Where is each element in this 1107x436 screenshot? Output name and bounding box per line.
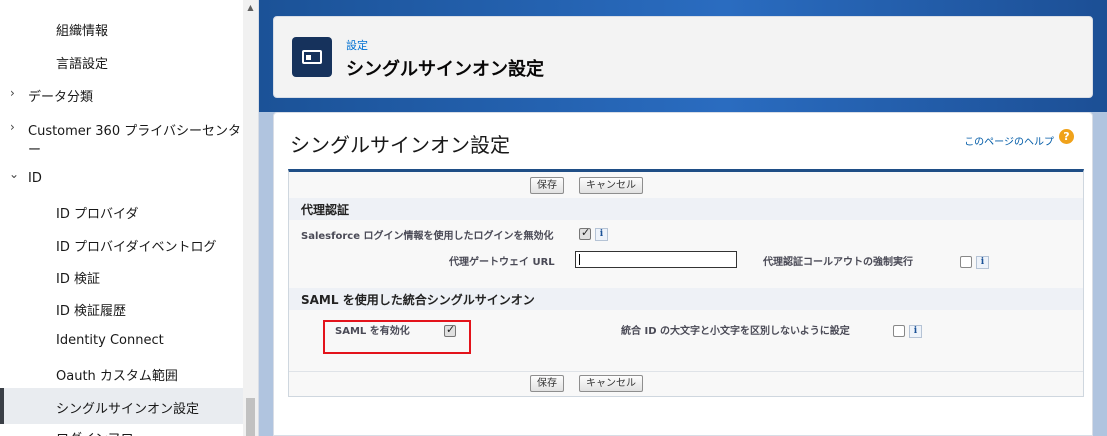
info-icon[interactable]: i — [976, 256, 989, 269]
sidebar-item-data-classification[interactable]: データ分類 — [28, 86, 93, 105]
sidebar-item-id[interactable]: ID — [28, 171, 42, 186]
section-delegated-auth: 代理認証 — [289, 198, 1083, 220]
sidebar-item-id-verification[interactable]: ID 検証 — [56, 268, 100, 287]
sidebar-item-single-sign-on-settings[interactable]: シングルサインオン設定 — [56, 398, 199, 417]
sidebar-item-language-settings[interactable]: 言語設定 — [56, 53, 108, 72]
case-insensitive-id-label: 統合 ID の大文字と小文字を区別しないように設定 — [621, 326, 850, 337]
sidebar-scrollbar[interactable] — [243, 0, 258, 436]
id-card-icon — [292, 37, 332, 77]
force-callout-checkbox[interactable] — [960, 256, 972, 268]
sidebar-item-org-info[interactable]: 組織情報 — [56, 20, 108, 39]
sidebar-item-privacy-center-wrap: ー — [28, 143, 42, 158]
setup-content: 設定 シングルサインオン設定 シングルサインオン設定 このページのヘルプ ? 保… — [259, 0, 1107, 436]
breadcrumb-setup[interactable]: 設定 — [346, 37, 368, 53]
sidebar-item-privacy-center[interactable]: Customer 360 プライバシーセンタ — [28, 120, 241, 139]
chevron-right-icon[interactable]: › — [10, 120, 15, 134]
disable-login-checkbox[interactable] — [579, 226, 591, 240]
sidebar-item-login-flows[interactable]: ログインフロー — [56, 428, 147, 436]
help-link[interactable]: このページのヘルプ — [964, 133, 1054, 148]
info-icon[interactable]: i — [595, 228, 608, 241]
disable-login-label: Salesforce ログイン情報を使用したログインを無効化 — [301, 231, 554, 242]
sidebar-item-identity-connect[interactable]: Identity Connect — [56, 333, 164, 348]
gateway-url-label: 代理ゲートウェイ URL — [449, 257, 555, 268]
section-title: SAML を使用した統合シングルサインオン — [301, 293, 535, 307]
cancel-button-bottom[interactable]: キャンセル — [579, 375, 643, 392]
cancel-button[interactable]: キャンセル — [579, 177, 643, 194]
setup-sidebar: 組織情報 言語設定 › データ分類 › Customer 360 プライバシーセ… — [0, 0, 259, 436]
sidebar-active-indicator — [0, 388, 4, 424]
main-card: シングルサインオン設定 このページのヘルプ ? 保存 キャンセル 代理認証 Sa… — [273, 112, 1093, 436]
force-callout-label: 代理認証コールアウトの強制実行 — [763, 257, 913, 268]
chevron-right-icon[interactable]: › — [10, 86, 15, 100]
case-insensitive-id-checkbox[interactable] — [893, 325, 905, 337]
highlight-box — [323, 320, 471, 354]
sidebar-item-id-provider[interactable]: ID プロバイダ — [56, 203, 138, 222]
save-button-bottom[interactable]: 保存 — [530, 375, 564, 392]
section-title: 代理認証 — [301, 203, 350, 217]
section-saml-sso: SAML を使用した統合シングルサインオン — [289, 288, 1083, 310]
sidebar-item-id-verification-history[interactable]: ID 検証履歴 — [56, 300, 126, 319]
info-icon[interactable]: i — [909, 325, 922, 338]
sidebar-item-oauth-custom-scopes[interactable]: Oauth カスタム範囲 — [56, 365, 178, 384]
page-header-title: シングルサインオン設定 — [346, 59, 544, 80]
page-header: 設定 シングルサインオン設定 — [273, 16, 1093, 98]
divider — [289, 371, 1083, 372]
sidebar-item-id-provider-event-log[interactable]: ID プロバイダイベントログ — [56, 236, 216, 255]
save-button[interactable]: 保存 — [530, 177, 564, 194]
help-icon[interactable]: ? — [1059, 129, 1074, 144]
sso-settings-form: 保存 キャンセル 代理認証 Salesforce ログイン情報を使用したログイン… — [288, 169, 1084, 397]
chevron-down-icon[interactable]: ⌄ — [9, 167, 19, 181]
page-title: シングルサインオン設定 — [290, 133, 510, 157]
scroll-up-arrow-icon[interactable]: ▲ — [243, 3, 258, 12]
gateway-url-input[interactable] — [575, 251, 737, 268]
sidebar-scrollbar-thumb[interactable] — [246, 398, 255, 436]
